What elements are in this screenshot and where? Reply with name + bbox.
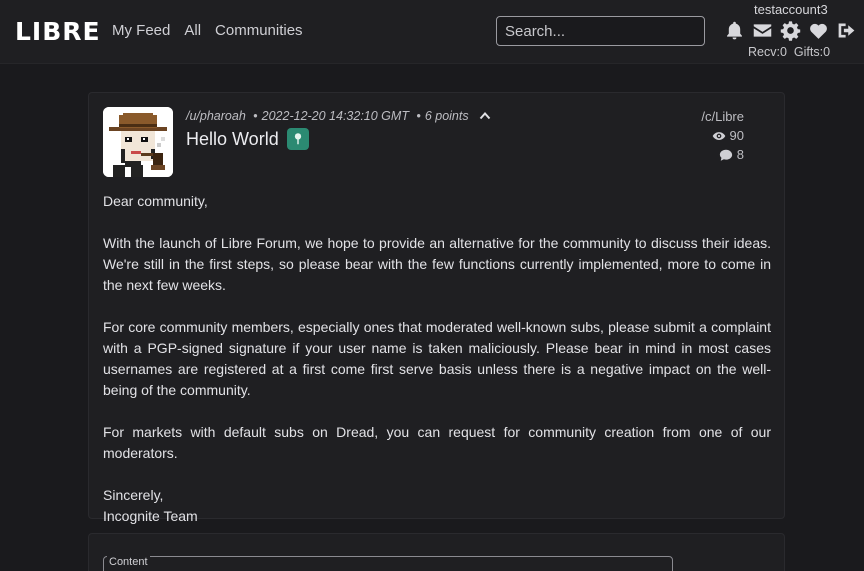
- body-paragraph: With the launch of Libre Forum, we hope …: [103, 235, 771, 293]
- views-count: 90: [729, 128, 744, 143]
- main-nav: My Feed All Communities: [112, 22, 303, 40]
- author-avatar[interactable]: [103, 107, 173, 177]
- site-logo[interactable]: LIBRE: [15, 18, 101, 46]
- signature-text: Incognite Team: [103, 508, 198, 524]
- post-author-link[interactable]: /u/pharoah: [186, 109, 246, 123]
- comments-count: 8: [736, 147, 744, 162]
- mail-icon[interactable]: [750, 18, 774, 42]
- content-textarea[interactable]: [103, 556, 673, 571]
- upvote-chevron-icon[interactable]: [479, 110, 491, 122]
- post-timestamp: 2022-12-20 14:32:10 GMT: [261, 109, 409, 123]
- body-paragraph: For core community members, especially o…: [103, 319, 771, 398]
- content-label: Content: [107, 556, 150, 568]
- nav-all[interactable]: All: [184, 22, 201, 40]
- nav-my-feed[interactable]: My Feed: [112, 22, 170, 40]
- comment-icon: [719, 149, 732, 161]
- gifts-count[interactable]: Gifts:0: [794, 45, 830, 59]
- closing-text: Sincerely,: [103, 487, 164, 503]
- post-meta: /u/pharoah • 2022-12-20 14:32:10 GMT • 6…: [186, 109, 491, 123]
- reply-card: Content: [88, 533, 785, 571]
- pin-icon: [286, 128, 309, 150]
- post-card: /u/pharoah • 2022-12-20 14:32:10 GMT • 6…: [88, 92, 785, 524]
- post-side-info: /c/Libre 90 8: [701, 109, 744, 162]
- gear-icon[interactable]: [778, 18, 802, 42]
- bell-icon[interactable]: [722, 18, 746, 42]
- body-signoff: Sincerely, Incognite Team: [103, 485, 771, 527]
- comments-count-row: 8: [701, 147, 744, 162]
- community-link[interactable]: /c/Libre: [701, 109, 744, 124]
- user-actions: [722, 18, 858, 42]
- username-label[interactable]: testaccount3: [754, 2, 828, 17]
- user-stats: Recv:0 Gifts:0: [748, 45, 830, 59]
- post-points: 6 points: [424, 109, 469, 123]
- eye-icon: [712, 131, 725, 140]
- body-paragraph: For markets with default subs on Dread, …: [103, 424, 771, 461]
- top-navbar: LIBRE My Feed All Communities testaccoun…: [0, 0, 864, 64]
- search-input[interactable]: [496, 16, 705, 46]
- views-count-row: 90: [701, 128, 744, 143]
- post-body: Dear community, With the launch of Libre…: [103, 191, 771, 527]
- logout-icon[interactable]: [834, 18, 858, 42]
- pixel-avatar-image: [103, 107, 173, 177]
- heart-icon[interactable]: [806, 18, 830, 42]
- body-paragraph: Dear community,: [103, 193, 208, 209]
- recv-count[interactable]: Recv:0: [748, 45, 787, 59]
- post-title[interactable]: Hello World: [186, 129, 279, 150]
- nav-communities[interactable]: Communities: [215, 22, 303, 40]
- post-title-row: Hello World: [186, 128, 309, 150]
